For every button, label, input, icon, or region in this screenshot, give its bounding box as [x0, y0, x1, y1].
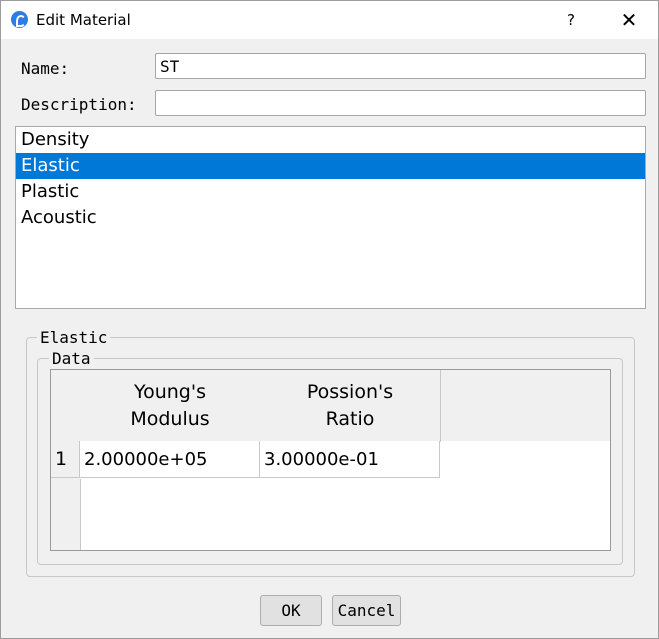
help-button[interactable]: ? [556, 5, 586, 35]
youngs-modulus-cell[interactable]: 2.00000e+05 [80, 441, 260, 478]
description-label: Description: [21, 95, 137, 114]
name-label: Name: [21, 59, 70, 78]
description-field[interactable] [155, 90, 646, 116]
close-icon[interactable]: ✕ [613, 5, 645, 35]
ok-button[interactable]: OK [260, 595, 322, 626]
edit-material-dialog: Edit Material ? ✕ Name: ST Description: … [0, 0, 659, 639]
column-header-poisson-ratio[interactable]: Possion's Ratio [260, 370, 441, 442]
app-logo-icon [11, 11, 28, 28]
data-group-title: Data [49, 349, 94, 368]
name-field[interactable]: ST [155, 53, 646, 79]
row-header[interactable]: 1 [51, 441, 80, 478]
list-item-density[interactable]: Density [16, 127, 645, 153]
elastic-group-title: Elastic [37, 328, 111, 347]
list-item-plastic[interactable]: Plastic [16, 179, 645, 205]
list-item-acoustic[interactable]: Acoustic [16, 205, 645, 231]
table-corner-button[interactable] [51, 370, 81, 442]
window-title: Edit Material [36, 11, 131, 29]
column-header-label: Young's Modulus [130, 380, 210, 430]
property-list[interactable]: Density Elastic Plastic Acoustic [15, 126, 646, 309]
cancel-button[interactable]: Cancel [332, 595, 401, 626]
elastic-data-table: Young's Modulus Possion's Ratio 1 2.0000… [50, 369, 611, 551]
row-header-empty [51, 479, 81, 550]
list-item-elastic[interactable]: Elastic [16, 153, 645, 179]
poisson-ratio-cell[interactable]: 3.00000e-01 [260, 441, 440, 478]
title-bar: Edit Material ? ✕ [1, 1, 658, 39]
column-header-label: Possion's Ratio [306, 380, 394, 430]
column-header-youngs-modulus[interactable]: Young's Modulus [80, 370, 261, 442]
table-header-filler [441, 370, 610, 441]
